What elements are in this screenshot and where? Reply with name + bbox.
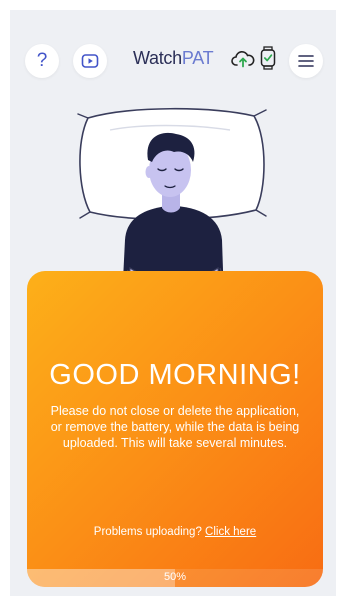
cloud-upload-icon[interactable] (231, 50, 255, 68)
upload-progress-bar: 50% (27, 569, 323, 587)
hamburger-menu-icon (298, 55, 314, 67)
greeting-title: GOOD MORNING! (49, 359, 301, 391)
play-video-icon (81, 54, 99, 68)
help-button[interactable]: ? (25, 44, 59, 78)
top-bar: ? WatchPAT (10, 10, 336, 94)
question-mark-icon: ? (36, 50, 48, 71)
video-tutorial-button[interactable] (73, 44, 107, 78)
watch-check-icon[interactable] (260, 46, 276, 70)
click-here-link[interactable]: Click here (205, 526, 256, 538)
logo-text-pat: PAT (181, 48, 214, 68)
logo-text-watch: Watch (133, 48, 182, 68)
upload-warning-message: Please do not close or delete the applic… (50, 404, 300, 450)
problems-uploading-row: Problems uploading? Click here (27, 526, 323, 538)
upload-status-card: GOOD MORNING! Please do not close or del… (27, 271, 323, 587)
problems-uploading-text: Problems uploading? (93, 526, 202, 538)
upload-progress-label: 50% (163, 571, 187, 583)
watchpat-logo: WatchPAT (133, 48, 214, 69)
menu-button[interactable] (289, 44, 323, 78)
app-screen: ? WatchPAT GOOD MORNING! Please do not c… (10, 10, 336, 596)
